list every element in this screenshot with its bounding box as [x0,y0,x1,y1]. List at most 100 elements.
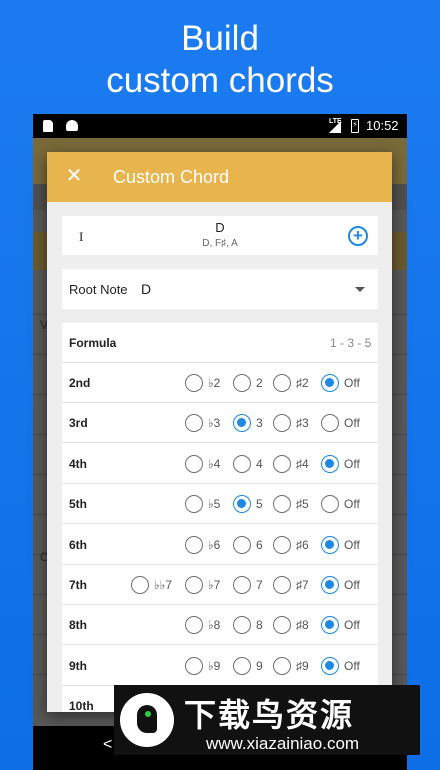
option-label: Off [344,376,360,390]
interval-option[interactable]: ♭8 [185,615,230,635]
radio-checked-icon[interactable] [233,414,251,433]
interval-option[interactable]: ♯4 [273,454,318,474]
radio-unchecked-icon[interactable] [233,656,251,675]
back-icon[interactable]: < [103,736,112,754]
interval-option[interactable]: ♭3 [185,413,230,433]
interval-option[interactable]: ♭4 [185,454,230,474]
interval-option[interactable]: Off [321,373,372,393]
interval-option[interactable]: 5 [233,494,270,514]
interval-option[interactable]: ♭9 [185,656,230,676]
radio-unchecked-icon[interactable] [185,374,203,392]
interval-option[interactable]: 9 [233,656,270,676]
radio-unchecked-icon[interactable] [273,576,291,594]
interval-option[interactable]: ♭5 [185,494,230,514]
interval-option[interactable]: 7 [233,575,270,595]
option-label: ♯2 [296,376,309,390]
interval-option[interactable]: ♯2 [273,373,318,393]
bird-logo-icon [120,693,174,747]
option-label: Off [344,537,360,552]
option-label: Off [344,456,360,471]
radio-unchecked-icon[interactable] [273,616,291,635]
formula-label: Formula [69,336,117,350]
radio-unchecked-icon[interactable] [273,535,291,554]
option-label: ♯4 [296,456,309,471]
radio-unchecked-icon[interactable] [273,656,291,675]
interval-label: 8th [69,618,87,633]
radio-unchecked-icon[interactable] [233,576,251,594]
interval-option[interactable]: Off [321,615,372,635]
interval-option[interactable]: ♯9 [273,656,318,676]
radio-unchecked-icon[interactable] [185,414,203,433]
interval-option[interactable]: Off [321,575,372,595]
interval-option[interactable]: Off [321,454,372,474]
option-label: ♭4 [208,456,221,471]
custom-chord-dialog: ✕ Custom Chord I D D, F♯, A + Root Note … [47,152,392,712]
interval-option[interactable]: Off [321,656,372,676]
interval-option[interactable]: ♭2 [185,373,230,393]
interval-option[interactable]: Off [321,535,372,555]
radio-unchecked-icon[interactable] [233,454,251,473]
radio-unchecked-icon[interactable] [273,374,291,392]
option-label: ♭5 [208,497,221,512]
interval-option[interactable]: 2 [233,373,270,393]
interval-option[interactable]: ♭6 [185,535,230,555]
radio-unchecked-icon[interactable] [185,535,203,554]
radio-checked-icon[interactable] [321,535,339,554]
radio-checked-icon[interactable] [321,374,339,392]
option-label: 7 [256,578,263,592]
option-label: ♯6 [296,537,309,552]
radio-unchecked-icon[interactable] [273,495,291,514]
radio-checked-icon[interactable] [321,616,339,635]
interval-option[interactable]: 8 [233,615,270,635]
radio-checked-icon[interactable] [321,576,339,594]
option-label: ♯3 [296,416,309,431]
option-label: ♭9 [208,658,221,673]
radio-checked-icon[interactable] [321,656,339,675]
interval-option[interactable]: Off [321,494,372,514]
interval-option[interactable]: 3 [233,413,270,433]
interval-option[interactable]: ♯8 [273,615,318,635]
radio-unchecked-icon[interactable] [233,535,251,554]
interval-option[interactable]: Off [321,413,372,433]
root-note-select[interactable]: Root Note D [62,269,378,309]
radio-unchecked-icon[interactable] [185,576,203,594]
formula-card: Formula 1 - 3 - 5 2nd Off ♯2 2 ♭2 3rd Off ♯3 3 ♭3… [62,323,378,712]
radio-unchecked-icon[interactable] [233,374,251,392]
radio-unchecked-icon[interactable] [321,495,339,514]
interval-option[interactable]: ♭♭7 [131,575,182,595]
interval-option[interactable]: ♯6 [273,535,318,555]
radio-unchecked-icon[interactable] [185,656,203,675]
radio-unchecked-icon[interactable] [321,414,339,433]
radio-unchecked-icon[interactable] [185,616,203,635]
option-label: ♯5 [296,497,309,512]
root-note-value: D [141,281,152,297]
interval-option[interactable]: ♭7 [185,575,230,595]
promo-line-1: Build [181,19,259,58]
interval-row-5th: 5th Off ♯5 5 ♭5 [62,484,378,525]
interval-option[interactable]: ♯5 [273,494,318,514]
interval-label: 2nd [69,376,91,390]
radio-unchecked-icon[interactable] [131,576,149,594]
interval-option[interactable]: ♯7 [273,575,318,595]
promo-line-2: custom chords [106,61,334,100]
radio-checked-icon[interactable] [321,454,339,473]
formula-row: Formula 1 - 3 - 5 [62,323,378,363]
add-circle-icon[interactable]: + [348,226,368,246]
close-icon[interactable]: ✕ [63,165,85,187]
interval-label: 5th [69,497,87,512]
radio-checked-icon[interactable] [233,495,251,514]
radio-unchecked-icon[interactable] [185,495,203,514]
interval-option[interactable]: ♯3 [273,413,318,433]
interval-option[interactable]: 4 [233,454,270,474]
option-label: 2 [256,376,263,390]
interval-option[interactable]: 6 [233,535,270,555]
radio-unchecked-icon[interactable] [273,414,291,433]
radio-unchecked-icon[interactable] [273,454,291,473]
option-label: ♭8 [208,618,221,633]
option-label: 5 [256,497,263,512]
radio-unchecked-icon[interactable] [185,454,203,473]
chord-notes: D, F♯, A [202,238,238,249]
sd-card-icon [43,120,53,132]
dropdown-arrow-icon[interactable] [355,287,365,292]
radio-unchecked-icon[interactable] [233,616,251,635]
